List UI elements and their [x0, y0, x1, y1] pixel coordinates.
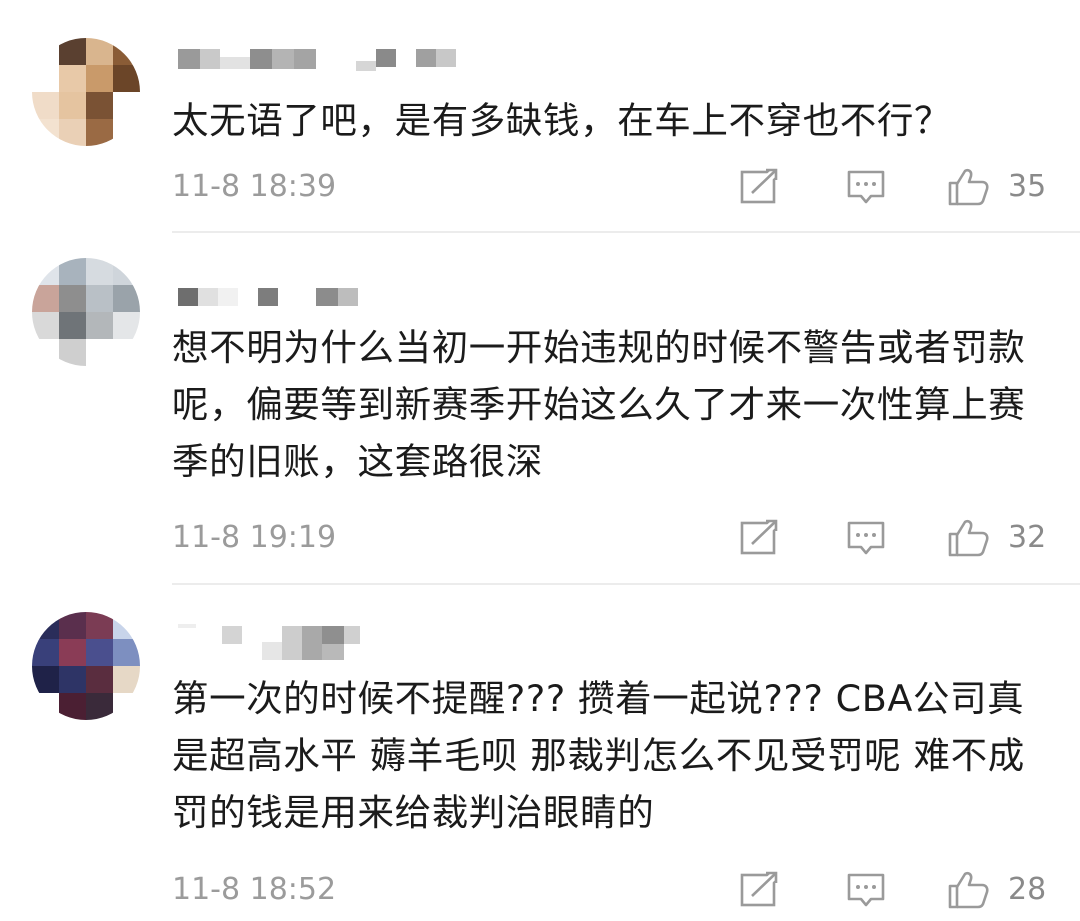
thumbs-up-icon[interactable]: [946, 167, 990, 207]
avatar[interactable]: [32, 38, 140, 146]
like-count: 32: [1008, 520, 1047, 555]
avatar-mosaic-cell: [59, 285, 86, 312]
share-icon[interactable]: [738, 518, 782, 558]
avatar[interactable]: [32, 258, 140, 366]
comment-meta: 11-8 18:52 28: [172, 870, 1052, 910]
avatar-mosaic-cell: [113, 258, 140, 285]
avatar-mosaic-cell: [86, 119, 113, 146]
avatar-mosaic: [32, 38, 140, 146]
like-count: 35: [1008, 169, 1047, 204]
avatar-mosaic-cell: [113, 119, 140, 146]
avatar-mosaic-cell: [86, 339, 113, 366]
thumbs-up-icon[interactable]: [946, 870, 990, 910]
avatar-mosaic-cell: [86, 666, 113, 693]
avatar-mosaic-cell: [59, 339, 86, 366]
avatar-mosaic-cell: [113, 285, 140, 312]
avatar-mosaic-cell: [86, 612, 113, 639]
avatar-mosaic-cell: [86, 285, 113, 312]
avatar-mosaic-cell: [59, 38, 86, 65]
avatar-mosaic-cell: [86, 312, 113, 339]
avatar-mosaic-cell: [59, 666, 86, 693]
comment-meta: 11-8 19:19 32: [172, 518, 1052, 558]
avatar-mosaic-cell: [59, 312, 86, 339]
avatar-mosaic-cell: [32, 612, 59, 639]
avatar-mosaic-cell: [32, 666, 59, 693]
share-icon[interactable]: [738, 870, 782, 910]
comment-time: 11-8 18:52: [172, 872, 337, 907]
avatar-mosaic-cell: [86, 693, 113, 720]
avatar-mosaic-cell: [86, 65, 113, 92]
avatar-mosaic-cell: [59, 612, 86, 639]
avatar-mosaic-cell: [59, 119, 86, 146]
avatar-mosaic-cell: [32, 119, 59, 146]
comment-time: 11-8 19:19: [172, 520, 337, 555]
share-icon[interactable]: [738, 167, 782, 207]
comment-text: 第一次的时候不提醒??? 攒着一起说??? CBA公司真是超高水平 薅羊毛呗 那…: [172, 677, 1025, 834]
divider: [172, 583, 1080, 585]
comment-text: 太无语了吧，是有多缺钱，在车上不穿也不行？: [172, 99, 952, 142]
reply-icon[interactable]: [844, 518, 888, 558]
avatar-mosaic-cell: [113, 312, 140, 339]
avatar-mosaic-cell: [32, 65, 59, 92]
avatar-mosaic-cell: [59, 92, 86, 119]
avatar-mosaic-cell: [59, 258, 86, 285]
username-mosaic[interactable]: [176, 622, 376, 660]
avatar-mosaic: [32, 612, 140, 720]
thumbs-up-icon[interactable]: [946, 518, 990, 558]
username-mosaic[interactable]: [176, 47, 456, 77]
avatar-mosaic-cell: [113, 38, 140, 65]
avatar-mosaic-cell: [32, 258, 59, 285]
avatar-mosaic-cell: [113, 639, 140, 666]
avatar-mosaic-cell: [32, 693, 59, 720]
avatar-mosaic-cell: [59, 639, 86, 666]
avatar-mosaic-cell: [32, 639, 59, 666]
avatar-mosaic-cell: [32, 92, 59, 119]
avatar-mosaic: [32, 258, 140, 366]
avatar-mosaic-cell: [86, 258, 113, 285]
avatar-mosaic-cell: [32, 285, 59, 312]
avatar-mosaic-cell: [113, 65, 140, 92]
reply-icon[interactable]: [844, 870, 888, 910]
avatar-mosaic-cell: [32, 339, 59, 366]
comment-text: 想不明为什么当初一开始违规的时候不警告或者罚款呢，偏要等到新赛季开始这么久了才来…: [172, 326, 1026, 483]
avatar[interactable]: [32, 612, 140, 720]
avatar-mosaic-cell: [32, 38, 59, 65]
comment-time: 11-8 18:39: [172, 169, 337, 204]
username-mosaic[interactable]: [176, 284, 376, 314]
avatar-mosaic-cell: [59, 693, 86, 720]
reply-icon[interactable]: [844, 167, 888, 207]
avatar-mosaic-cell: [86, 38, 113, 65]
avatar-mosaic-cell: [113, 693, 140, 720]
avatar-mosaic-cell: [86, 92, 113, 119]
avatar-mosaic-cell: [86, 639, 113, 666]
like-count: 28: [1008, 872, 1047, 907]
avatar-mosaic-cell: [113, 339, 140, 366]
avatar-mosaic-cell: [32, 312, 59, 339]
avatar-mosaic-cell: [113, 92, 140, 119]
avatar-mosaic-cell: [59, 65, 86, 92]
comment-meta: 11-8 18:39 35: [172, 167, 1052, 207]
avatar-mosaic-cell: [113, 612, 140, 639]
avatar-mosaic-cell: [113, 666, 140, 693]
divider: [172, 231, 1080, 233]
